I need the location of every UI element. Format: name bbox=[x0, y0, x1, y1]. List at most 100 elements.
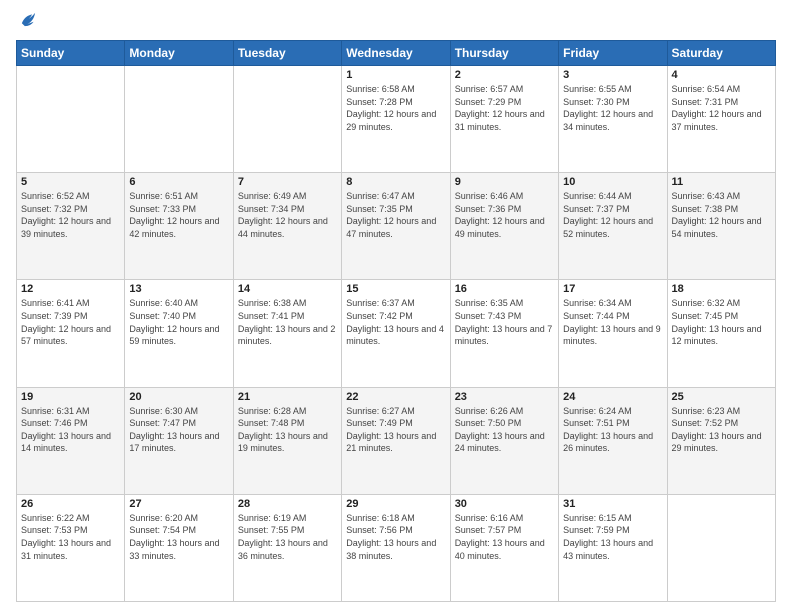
calendar-cell: 22 Sunrise: 6:27 AMSunset: 7:49 PMDayligh… bbox=[342, 387, 450, 494]
day-info: Sunrise: 6:47 AMSunset: 7:35 PMDaylight:… bbox=[346, 190, 445, 240]
calendar-cell: 28 Sunrise: 6:19 AMSunset: 7:55 PMDayligh… bbox=[233, 494, 341, 601]
day-number: 24 bbox=[563, 391, 662, 403]
day-number: 1 bbox=[346, 69, 445, 81]
day-info: Sunrise: 6:35 AMSunset: 7:43 PMDaylight:… bbox=[455, 297, 554, 347]
day-number: 13 bbox=[129, 283, 228, 295]
calendar-cell: 16 Sunrise: 6:35 AMSunset: 7:43 PMDayligh… bbox=[450, 280, 558, 387]
day-info: Sunrise: 6:32 AMSunset: 7:45 PMDaylight:… bbox=[672, 297, 771, 347]
day-info: Sunrise: 6:51 AMSunset: 7:33 PMDaylight:… bbox=[129, 190, 228, 240]
day-number: 5 bbox=[21, 176, 120, 188]
day-number: 16 bbox=[455, 283, 554, 295]
day-number: 20 bbox=[129, 391, 228, 403]
day-info: Sunrise: 6:44 AMSunset: 7:37 PMDaylight:… bbox=[563, 190, 662, 240]
day-number: 10 bbox=[563, 176, 662, 188]
calendar-cell: 7 Sunrise: 6:49 AMSunset: 7:34 PMDaylight… bbox=[233, 173, 341, 280]
calendar-cell: 17 Sunrise: 6:34 AMSunset: 7:44 PMDayligh… bbox=[559, 280, 667, 387]
calendar-cell: 30Sunrise: 6:16 AMSunset: 7:57 PMDayligh… bbox=[450, 494, 558, 601]
day-number: 6 bbox=[129, 176, 228, 188]
calendar-cell: 6 Sunrise: 6:51 AMSunset: 7:33 PMDaylight… bbox=[125, 173, 233, 280]
day-info: Sunrise: 6:27 AMSunset: 7:49 PMDaylight:… bbox=[346, 405, 445, 455]
calendar-cell: 15Sunrise: 6:37 AMSunset: 7:42 PMDayligh… bbox=[342, 280, 450, 387]
weekday-header: Thursday bbox=[450, 41, 558, 66]
day-info: Sunrise: 6:41 AMSunset: 7:39 PMDaylight:… bbox=[21, 297, 120, 347]
day-number: 22 bbox=[346, 391, 445, 403]
day-number: 12 bbox=[21, 283, 120, 295]
day-number: 26 bbox=[21, 498, 120, 510]
calendar-week-row: 19 Sunrise: 6:31 AMSunset: 7:46 PMDayligh… bbox=[17, 387, 776, 494]
calendar-cell: 14Sunrise: 6:38 AMSunset: 7:41 PMDayligh… bbox=[233, 280, 341, 387]
weekday-header: Saturday bbox=[667, 41, 775, 66]
calendar-cell bbox=[667, 494, 775, 601]
day-info: Sunrise: 6:34 AMSunset: 7:44 PMDaylight:… bbox=[563, 297, 662, 347]
day-info: Sunrise: 6:15 AMSunset: 7:59 PMDaylight:… bbox=[563, 512, 662, 562]
day-number: 11 bbox=[672, 176, 771, 188]
day-info: Sunrise: 6:55 AMSunset: 7:30 PMDaylight:… bbox=[563, 83, 662, 133]
calendar-cell bbox=[125, 66, 233, 173]
weekday-header: Tuesday bbox=[233, 41, 341, 66]
calendar-cell: 19 Sunrise: 6:31 AMSunset: 7:46 PMDayligh… bbox=[17, 387, 125, 494]
day-info: Sunrise: 6:24 AMSunset: 7:51 PMDaylight:… bbox=[563, 405, 662, 455]
calendar-week-row: 5 Sunrise: 6:52 AMSunset: 7:32 PMDaylight… bbox=[17, 173, 776, 280]
day-info: Sunrise: 6:40 AMSunset: 7:40 PMDaylight:… bbox=[129, 297, 228, 347]
day-info: Sunrise: 6:31 AMSunset: 7:46 PMDaylight:… bbox=[21, 405, 120, 455]
day-number: 25 bbox=[672, 391, 771, 403]
calendar-cell: 25 Sunrise: 6:23 AMSunset: 7:52 PMDayligh… bbox=[667, 387, 775, 494]
day-number: 2 bbox=[455, 69, 554, 81]
calendar-cell: 18 Sunrise: 6:32 AMSunset: 7:45 PMDayligh… bbox=[667, 280, 775, 387]
day-number: 23 bbox=[455, 391, 554, 403]
day-info: Sunrise: 6:22 AMSunset: 7:53 PMDaylight:… bbox=[21, 512, 120, 562]
day-info: Sunrise: 6:30 AMSunset: 7:47 PMDaylight:… bbox=[129, 405, 228, 455]
calendar-cell: 12 Sunrise: 6:41 AMSunset: 7:39 PMDayligh… bbox=[17, 280, 125, 387]
calendar-cell: 21 Sunrise: 6:28 AMSunset: 7:48 PMDayligh… bbox=[233, 387, 341, 494]
day-info: Sunrise: 6:43 AMSunset: 7:38 PMDaylight:… bbox=[672, 190, 771, 240]
weekday-header: Sunday bbox=[17, 41, 125, 66]
day-info: Sunrise: 6:57 AMSunset: 7:29 PMDaylight:… bbox=[455, 83, 554, 133]
calendar-cell: 20 Sunrise: 6:30 AMSunset: 7:47 PMDayligh… bbox=[125, 387, 233, 494]
day-info: Sunrise: 6:19 AMSunset: 7:55 PMDaylight:… bbox=[238, 512, 337, 562]
calendar-week-row: 1 Sunrise: 6:58 AMSunset: 7:28 PMDaylight… bbox=[17, 66, 776, 173]
calendar-cell: 23Sunrise: 6:26 AMSunset: 7:50 PMDayligh… bbox=[450, 387, 558, 494]
calendar-cell: 2 Sunrise: 6:57 AMSunset: 7:29 PMDaylight… bbox=[450, 66, 558, 173]
calendar-week-row: 26 Sunrise: 6:22 AMSunset: 7:53 PMDayligh… bbox=[17, 494, 776, 601]
day-number: 31 bbox=[563, 498, 662, 510]
day-number: 28 bbox=[238, 498, 337, 510]
day-number: 27 bbox=[129, 498, 228, 510]
calendar-cell: 9 Sunrise: 6:46 AMSunset: 7:36 PMDaylight… bbox=[450, 173, 558, 280]
day-number: 9 bbox=[455, 176, 554, 188]
calendar-cell bbox=[17, 66, 125, 173]
calendar-cell: 27 Sunrise: 6:20 AMSunset: 7:54 PMDayligh… bbox=[125, 494, 233, 601]
day-info: Sunrise: 6:52 AMSunset: 7:32 PMDaylight:… bbox=[21, 190, 120, 240]
day-number: 21 bbox=[238, 391, 337, 403]
day-number: 15 bbox=[346, 283, 445, 295]
day-info: Sunrise: 6:23 AMSunset: 7:52 PMDaylight:… bbox=[672, 405, 771, 455]
calendar-cell: 8Sunrise: 6:47 AMSunset: 7:35 PMDaylight… bbox=[342, 173, 450, 280]
calendar-cell: 31 Sunrise: 6:15 AMSunset: 7:59 PMDayligh… bbox=[559, 494, 667, 601]
day-info: Sunrise: 6:28 AMSunset: 7:48 PMDaylight:… bbox=[238, 405, 337, 455]
page: SundayMondayTuesdayWednesdayThursdayFrid… bbox=[0, 0, 792, 612]
calendar-cell bbox=[233, 66, 341, 173]
day-info: Sunrise: 6:54 AMSunset: 7:31 PMDaylight:… bbox=[672, 83, 771, 133]
calendar-cell: 3Sunrise: 6:55 AMSunset: 7:30 PMDaylight… bbox=[559, 66, 667, 173]
calendar-header-row: SundayMondayTuesdayWednesdayThursdayFrid… bbox=[17, 41, 776, 66]
calendar-cell: 10 Sunrise: 6:44 AMSunset: 7:37 PMDayligh… bbox=[559, 173, 667, 280]
calendar-cell: 24 Sunrise: 6:24 AMSunset: 7:51 PMDayligh… bbox=[559, 387, 667, 494]
weekday-header: Wednesday bbox=[342, 41, 450, 66]
day-info: Sunrise: 6:16 AMSunset: 7:57 PMDaylight:… bbox=[455, 512, 554, 562]
day-number: 18 bbox=[672, 283, 771, 295]
calendar-cell: 29Sunrise: 6:18 AMSunset: 7:56 PMDayligh… bbox=[342, 494, 450, 601]
calendar-cell: 4 Sunrise: 6:54 AMSunset: 7:31 PMDaylight… bbox=[667, 66, 775, 173]
day-number: 17 bbox=[563, 283, 662, 295]
weekday-header: Monday bbox=[125, 41, 233, 66]
logo bbox=[16, 10, 42, 32]
day-number: 19 bbox=[21, 391, 120, 403]
day-info: Sunrise: 6:49 AMSunset: 7:34 PMDaylight:… bbox=[238, 190, 337, 240]
calendar-table: SundayMondayTuesdayWednesdayThursdayFrid… bbox=[16, 40, 776, 602]
header bbox=[16, 10, 776, 32]
day-info: Sunrise: 6:20 AMSunset: 7:54 PMDaylight:… bbox=[129, 512, 228, 562]
calendar-cell: 26 Sunrise: 6:22 AMSunset: 7:53 PMDayligh… bbox=[17, 494, 125, 601]
day-info: Sunrise: 6:58 AMSunset: 7:28 PMDaylight:… bbox=[346, 83, 445, 133]
day-info: Sunrise: 6:46 AMSunset: 7:36 PMDaylight:… bbox=[455, 190, 554, 240]
day-number: 4 bbox=[672, 69, 771, 81]
day-number: 7 bbox=[238, 176, 337, 188]
calendar-cell: 11 Sunrise: 6:43 AMSunset: 7:38 PMDayligh… bbox=[667, 173, 775, 280]
